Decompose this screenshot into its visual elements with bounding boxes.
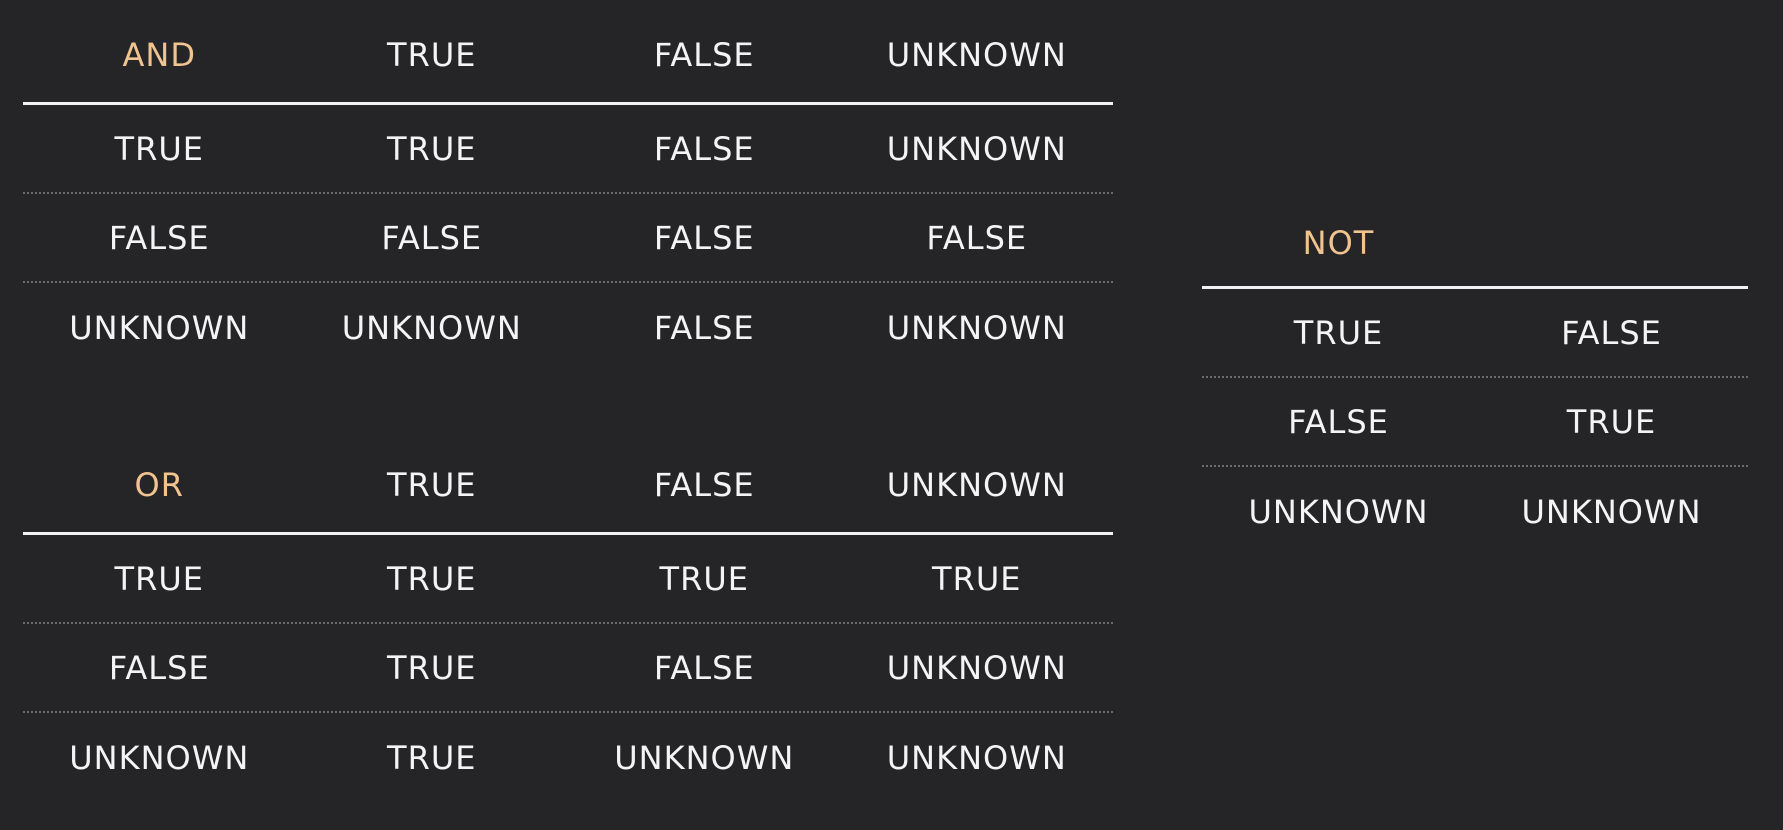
or-table-header: OR TRUE FALSE UNKNOWN <box>23 438 1113 535</box>
and-row-label: FALSE <box>108 218 210 257</box>
not-cell: TRUE <box>1566 402 1657 441</box>
and-cell: FALSE <box>381 218 483 257</box>
and-row-label: UNKNOWN <box>69 308 250 347</box>
not-cell: FALSE <box>1561 313 1662 352</box>
or-row-label: UNKNOWN <box>69 738 250 777</box>
and-truth-table: AND TRUE FALSE UNKNOWN TRUE TRUE FALSE U… <box>23 8 1113 372</box>
or-cell: TRUE <box>659 559 749 598</box>
or-column-header: FALSE <box>653 466 755 504</box>
and-cell: UNKNOWN <box>886 308 1067 347</box>
not-operator-label: NOT <box>1302 224 1375 262</box>
not-row-label: UNKNOWN <box>1248 492 1429 531</box>
or-cell: TRUE <box>387 738 477 777</box>
not-table-header: NOT <box>1202 200 1748 289</box>
not-row-label: FALSE <box>1288 402 1389 441</box>
and-cell: UNKNOWN <box>341 308 522 347</box>
or-table-row: FALSE TRUE FALSE UNKNOWN <box>23 624 1113 713</box>
and-cell: UNKNOWN <box>886 129 1067 168</box>
slide-canvas: AND TRUE FALSE UNKNOWN TRUE TRUE FALSE U… <box>0 0 1783 830</box>
and-column-header: TRUE <box>387 36 477 74</box>
or-operator-label: OR <box>134 466 184 504</box>
not-row-label: TRUE <box>1293 313 1384 352</box>
or-row-label: FALSE <box>108 648 210 687</box>
or-column-header: UNKNOWN <box>886 466 1067 504</box>
and-cell: FALSE <box>926 218 1028 257</box>
and-table-header: AND TRUE FALSE UNKNOWN <box>23 8 1113 105</box>
and-operator-label: AND <box>122 36 196 74</box>
or-cell: UNKNOWN <box>886 648 1067 687</box>
and-row-label: TRUE <box>114 129 204 168</box>
or-truth-table: OR TRUE FALSE UNKNOWN TRUE TRUE TRUE TRU… <box>23 438 1113 802</box>
and-cell: FALSE <box>653 218 755 257</box>
or-row-label: TRUE <box>114 559 204 598</box>
or-cell: TRUE <box>387 559 477 598</box>
not-table-row: FALSE TRUE <box>1202 378 1748 467</box>
and-cell: FALSE <box>653 308 755 347</box>
and-column-header: UNKNOWN <box>886 36 1067 74</box>
or-column-header: TRUE <box>387 466 477 504</box>
and-table-row: UNKNOWN UNKNOWN FALSE UNKNOWN <box>23 283 1113 372</box>
or-cell: UNKNOWN <box>886 738 1067 777</box>
and-table-row: TRUE TRUE FALSE UNKNOWN <box>23 105 1113 194</box>
and-cell: FALSE <box>653 129 755 168</box>
or-cell: TRUE <box>932 559 1022 598</box>
and-column-header: FALSE <box>653 36 755 74</box>
or-cell: TRUE <box>387 648 477 687</box>
or-table-row: UNKNOWN TRUE UNKNOWN UNKNOWN <box>23 713 1113 802</box>
not-cell: UNKNOWN <box>1521 492 1702 531</box>
or-cell: UNKNOWN <box>614 738 795 777</box>
and-cell: TRUE <box>387 129 477 168</box>
or-cell: FALSE <box>653 648 755 687</box>
not-table-row: UNKNOWN UNKNOWN <box>1202 467 1748 556</box>
not-table-row: TRUE FALSE <box>1202 289 1748 378</box>
and-table-row: FALSE FALSE FALSE FALSE <box>23 194 1113 283</box>
or-table-row: TRUE TRUE TRUE TRUE <box>23 535 1113 624</box>
not-truth-table: NOT TRUE FALSE FALSE TRUE UNKNOWN UNKNOW… <box>1202 200 1748 556</box>
